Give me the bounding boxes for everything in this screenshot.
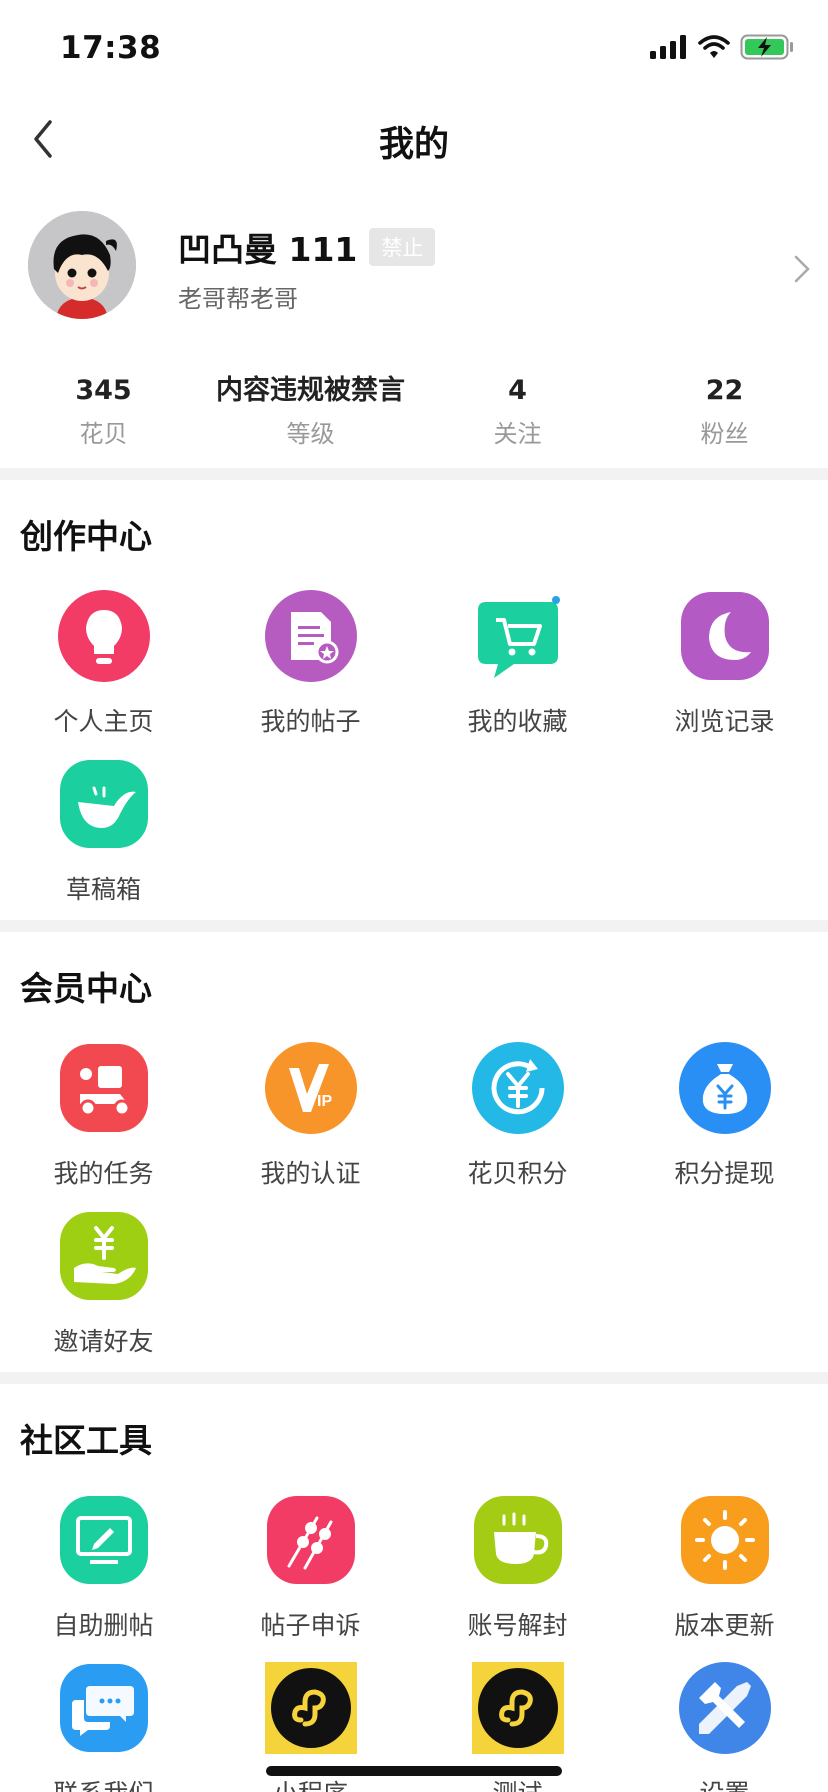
grid-item-update[interactable]: 版本更新	[621, 1494, 828, 1644]
money-bag-icon	[679, 1042, 771, 1134]
grid-item-self-delete[interactable]: 自助删帖	[0, 1494, 207, 1644]
grid-label: 我的任务	[53, 1159, 154, 1188]
vip-icon: IP	[265, 1042, 357, 1134]
grid-label: 测试	[414, 1774, 621, 1792]
cartoon-avatar-icon	[28, 211, 136, 319]
section-divider	[0, 468, 828, 480]
cellular-signal-icon	[650, 35, 686, 59]
yuan-exchange-icon	[472, 1042, 564, 1134]
grid-label: 我的认证	[260, 1159, 361, 1188]
username-row: 凹凸曼 111 禁止	[178, 223, 436, 271]
stat-level[interactable]: 内容违规被禁言 等级	[207, 372, 414, 452]
grid-item-drafts[interactable]: 草稿箱	[0, 758, 207, 908]
grid-label: 小程序	[207, 1774, 414, 1792]
status-icons	[650, 34, 794, 60]
grid-label: 浏览记录	[674, 707, 775, 736]
avatar[interactable]	[28, 211, 136, 319]
username: 凹凸曼 111	[178, 230, 358, 269]
chevron-right-icon[interactable]	[790, 251, 814, 287]
stat-label: 等级	[286, 420, 335, 448]
section-title: 社区工具	[20, 1421, 152, 1460]
community-tools-section: 社区工具 自助删帖 帖子申诉 账号解封 版本更新	[0, 1384, 828, 1792]
delivery-scooter-icon	[60, 1044, 148, 1132]
grid-label: 自助删帖	[53, 1611, 154, 1640]
monitor-edit-icon	[60, 1496, 148, 1584]
grid-label: 帖子申诉	[260, 1611, 361, 1640]
grid-label: 草稿箱	[65, 875, 141, 904]
stat-following[interactable]: 4 关注	[414, 372, 621, 452]
stat-fans[interactable]: 22 粉丝	[621, 372, 828, 452]
grid-item-favorites[interactable]: 我的收藏	[414, 590, 621, 740]
profile-stats: 345 花贝 内容违规被禁言 等级 4 关注 22 粉丝	[0, 372, 828, 452]
grid-label: 我的收藏	[467, 707, 568, 736]
coffee-cup-icon	[474, 1496, 562, 1584]
status-time: 17:38	[60, 30, 162, 66]
user-subtitle: 老哥帮老哥	[178, 285, 298, 313]
grid-label: 个人主页	[53, 707, 154, 736]
creation-center-section: 创作中心 个人主页 我的帖子 我的收藏 浏览记录 草稿箱	[0, 480, 828, 920]
grid-item-points[interactable]: 花贝积分	[414, 1042, 621, 1192]
grid-label: 花贝积分	[467, 1159, 568, 1188]
stat-label: 粉丝	[700, 420, 749, 448]
grid-item-tasks[interactable]: 我的任务	[0, 1042, 207, 1192]
grid-label: 版本更新	[674, 1611, 775, 1640]
grid-label: 邀请好友	[53, 1327, 154, 1356]
sun-icon	[681, 1496, 769, 1584]
lightbulb-icon	[58, 590, 150, 682]
shopping-cart-icon	[478, 596, 560, 678]
nav-bar: 我的	[0, 96, 828, 186]
wifi-icon	[698, 35, 730, 58]
page-title: 我的	[378, 125, 449, 165]
grid-item-appeal[interactable]: 帖子申诉	[207, 1494, 414, 1644]
stat-huabei[interactable]: 345 花贝	[0, 372, 207, 452]
stat-label: 关注	[493, 420, 542, 448]
moon-icon	[681, 592, 769, 680]
home-indicator	[266, 1766, 562, 1776]
stat-value: 22	[705, 375, 744, 406]
grid-item-my-posts[interactable]: 我的帖子	[207, 590, 414, 740]
grid-item-invite[interactable]: 邀请好友	[0, 1210, 207, 1360]
stat-label: 花贝	[79, 420, 128, 448]
grid-label: 账号解封	[467, 1611, 568, 1640]
grid-label: 积分提现	[674, 1159, 775, 1188]
grid-item-homepage[interactable]: 个人主页	[0, 590, 207, 740]
status-badge: 禁止	[369, 228, 436, 266]
section-title: 创作中心	[20, 517, 152, 556]
yuan-hand-icon	[60, 1212, 148, 1300]
stat-value: 内容违规被禁言	[216, 375, 405, 406]
grid-label: 设置	[621, 1774, 828, 1792]
member-center-section: 会员中心 我的任务 IP 我的认证 花贝积分 积分提现 邀请好友	[0, 932, 828, 1372]
document-icon	[265, 590, 357, 682]
grid-item-unban[interactable]: 账号解封	[414, 1494, 621, 1644]
chat-bubbles-icon	[60, 1664, 148, 1752]
stat-value: 4	[508, 375, 527, 406]
wrench-screwdriver-icon	[679, 1662, 771, 1754]
grid-item-history[interactable]: 浏览记录	[621, 590, 828, 740]
status-bar: 17:38	[0, 0, 828, 96]
smile-pot-icon	[60, 760, 148, 848]
mini-program-icon	[472, 1662, 564, 1754]
mini-program-icon	[265, 1662, 357, 1754]
section-divider	[0, 920, 828, 932]
grid-item-withdraw[interactable]: 积分提现	[621, 1042, 828, 1192]
section-title: 会员中心	[20, 969, 152, 1008]
stat-value: 345	[75, 375, 132, 406]
battery-charging-icon	[740, 34, 793, 60]
svg-text:IP: IP	[317, 1093, 332, 1110]
profile-card[interactable]: 凹凸曼 111 禁止 老哥帮老哥	[0, 205, 828, 335]
grid-item-settings[interactable]: 设置	[621, 1662, 828, 1792]
grid-item-verification[interactable]: IP 我的认证	[207, 1042, 414, 1192]
grid-label: 联系我们	[0, 1774, 207, 1792]
grid-item-contact[interactable]: 联系我们	[0, 1662, 207, 1792]
grid-label: 我的帖子	[260, 707, 361, 736]
section-divider	[0, 1372, 828, 1384]
skewers-icon	[267, 1496, 355, 1584]
